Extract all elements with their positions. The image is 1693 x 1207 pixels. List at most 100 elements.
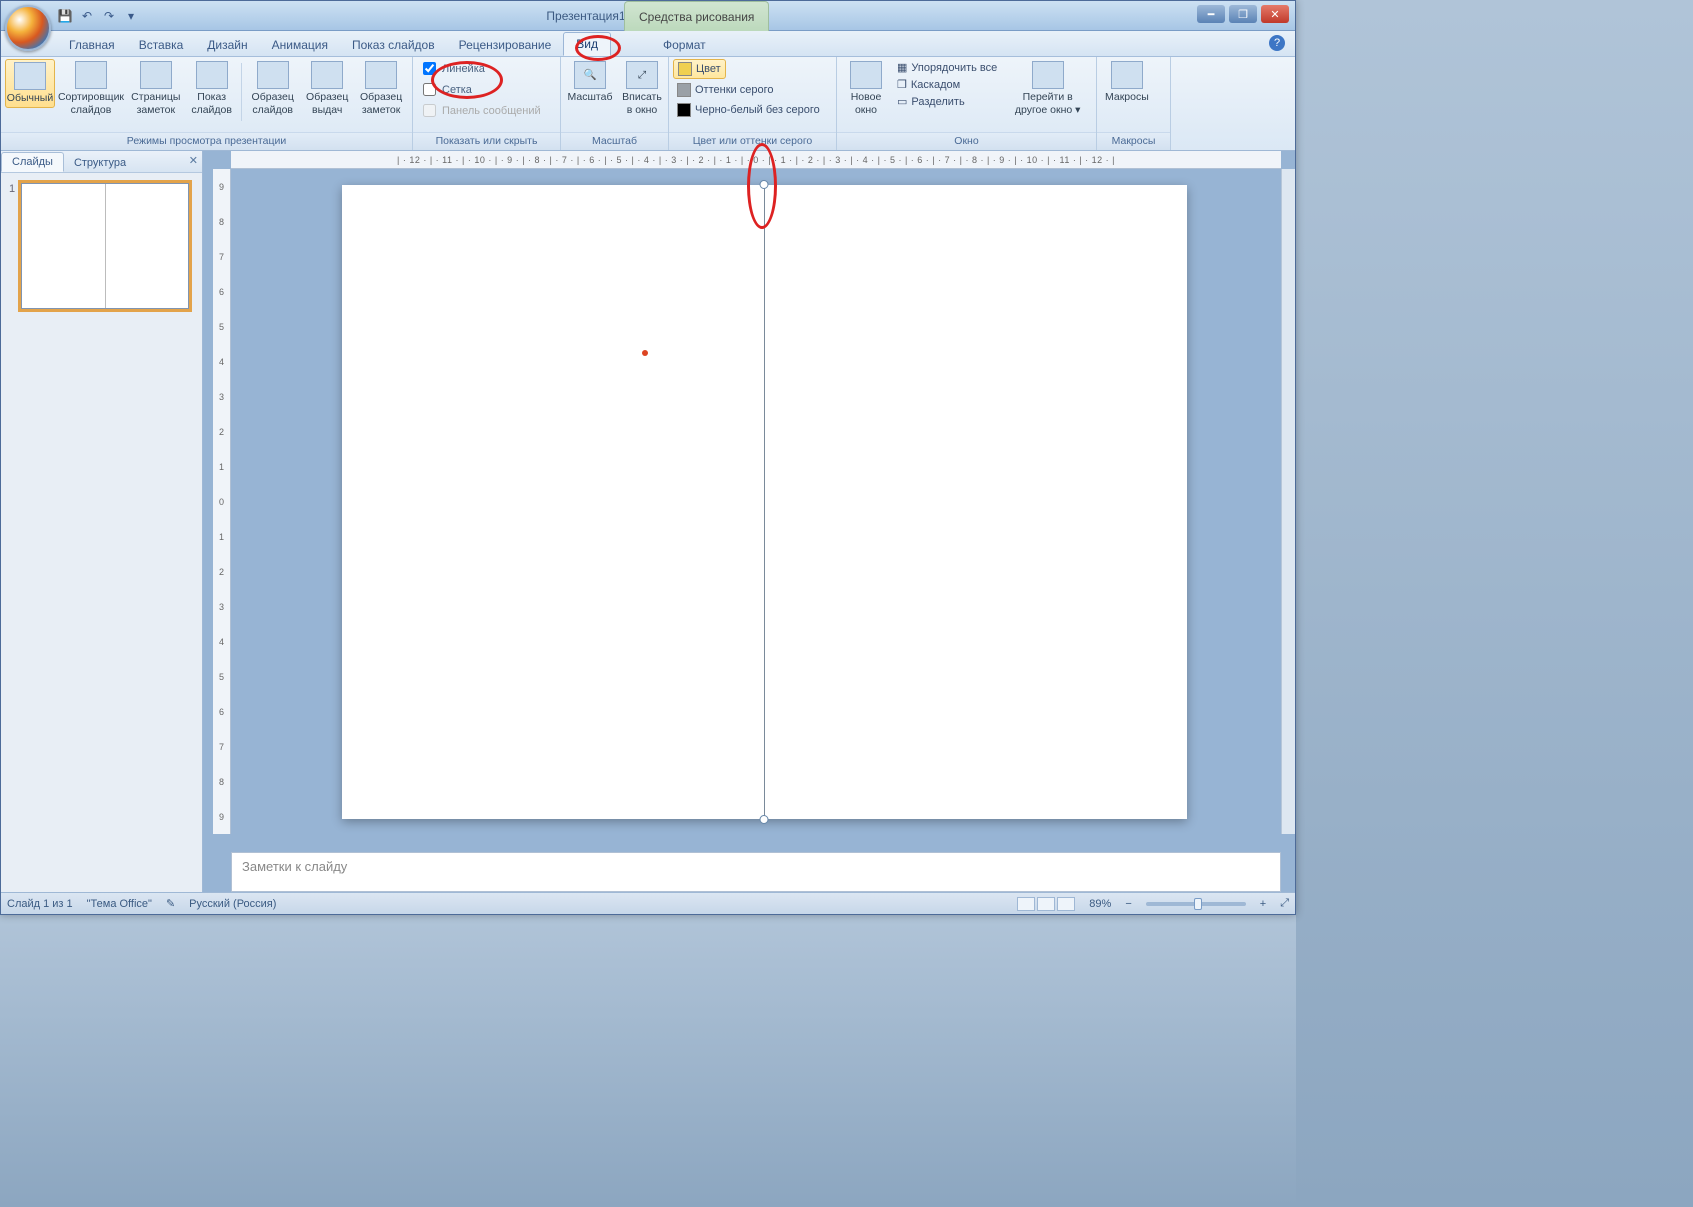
zoom-button[interactable]: 🔍 Масштаб xyxy=(565,59,615,106)
divider xyxy=(241,63,242,121)
status-language[interactable]: Русский (Россия) xyxy=(189,898,276,910)
vertical-guide[interactable] xyxy=(764,185,765,819)
switch-window-button[interactable]: Перейти в другое окно ▾ xyxy=(1003,59,1092,118)
notes-master-button[interactable]: Образец заметок xyxy=(354,59,408,118)
label: Масштаб xyxy=(568,91,613,104)
normal-icon xyxy=(14,62,46,90)
undo-icon[interactable]: ↶ xyxy=(79,8,95,24)
horizontal-ruler[interactable]: | · 12 · | · 11 · | · 10 · | · 9 · | · 8… xyxy=(231,151,1281,169)
grayscale-button[interactable]: Оттенки серого xyxy=(673,81,777,99)
spellcheck-icon[interactable]: ✎ xyxy=(166,897,175,910)
arrange-all-button[interactable]: ▦ Упорядочить все xyxy=(893,59,1001,76)
notes-page-button[interactable]: Страницы заметок xyxy=(127,59,185,118)
cascade-button[interactable]: ❐Каскадом xyxy=(893,76,1001,93)
tab-insert[interactable]: Вставка xyxy=(127,34,196,56)
zoom-out-button[interactable]: − xyxy=(1125,898,1131,910)
label: Цвет xyxy=(696,63,721,75)
vertical-scrollbar[interactable] xyxy=(1281,169,1295,834)
zoom-icon: 🔍 xyxy=(574,61,606,89)
slide-editor: | · 12 · | · 11 · | · 10 · | · 9 · | · 8… xyxy=(203,151,1295,892)
gray-swatch-icon xyxy=(677,83,691,97)
slide-sorter-button[interactable]: Сортировщик слайдов xyxy=(57,59,125,118)
contextual-tab-drawing-tools[interactable]: Средства рисования xyxy=(624,1,769,31)
qat-more-icon[interactable]: ▾ xyxy=(123,8,139,24)
background-area xyxy=(0,915,1296,1207)
view-normal-icon[interactable] xyxy=(1017,897,1035,911)
handout-master-button[interactable]: Образец выдач xyxy=(302,59,352,118)
group-zoom: 🔍 Масштаб ⤢Вписать в окно Масштаб xyxy=(561,57,669,150)
bw-swatch-icon xyxy=(677,103,691,117)
tab-design[interactable]: Дизайн xyxy=(195,34,259,56)
ruler-checkbox[interactable]: Линейка xyxy=(417,59,491,78)
new-window-button[interactable]: Новое окно xyxy=(841,59,891,118)
save-icon[interactable]: 💾 xyxy=(57,8,73,24)
grid-check-input[interactable] xyxy=(423,83,436,96)
tab-slideshow[interactable]: Показ слайдов xyxy=(340,34,447,56)
ruler-check-input[interactable] xyxy=(423,62,436,75)
label: Страницы заметок xyxy=(131,91,181,116)
pane-tabs: Слайды Структура ✕ xyxy=(1,151,202,173)
label: Разделить xyxy=(911,96,964,108)
label: Образец слайдов xyxy=(249,91,296,116)
label: Панель сообщений xyxy=(442,105,541,117)
label: Образец выдач xyxy=(306,91,348,116)
slide[interactable] xyxy=(342,185,1187,819)
fit-to-window-button[interactable]: ⤢ xyxy=(1280,897,1289,910)
tab-format[interactable]: Формат xyxy=(651,34,718,56)
pane-close-icon[interactable]: ✕ xyxy=(189,154,198,167)
cascade-icon: ❐ xyxy=(897,78,907,91)
label: Новое окно xyxy=(845,91,887,116)
guide-handle-bottom[interactable] xyxy=(760,815,769,824)
tab-animation[interactable]: Анимация xyxy=(260,34,340,56)
switch-icon xyxy=(1032,61,1064,89)
split-button[interactable]: ▭Разделить xyxy=(893,93,1001,110)
sorter-icon xyxy=(75,61,107,89)
view-slideshow-icon[interactable] xyxy=(1057,897,1075,911)
msg-check-input xyxy=(423,104,436,117)
tab-view[interactable]: Вид xyxy=(563,32,611,56)
tab-review[interactable]: Рецензирование xyxy=(447,34,564,56)
slideshow-button[interactable]: Показ слайдов xyxy=(187,59,237,118)
statusbar: Слайд 1 из 1 "Тема Office" ✎ Русский (Ро… xyxy=(1,892,1295,914)
guide-handle-top[interactable] xyxy=(760,180,769,189)
label: Образец заметок xyxy=(358,91,404,116)
arrange-icon: ▦ xyxy=(897,61,907,74)
group-label: Макросы xyxy=(1097,132,1170,150)
status-theme[interactable]: "Тема Office" xyxy=(87,898,152,910)
normal-view-button[interactable]: Обычный xyxy=(5,59,55,108)
vertical-ruler[interactable]: 9876543210123456789 xyxy=(213,169,231,834)
thumbnail-list[interactable]: 1 xyxy=(1,173,202,892)
redo-icon[interactable]: ↷ xyxy=(101,8,117,24)
bw-button[interactable]: Черно-белый без серого xyxy=(673,101,824,119)
handout-icon xyxy=(311,61,343,89)
close-button[interactable]: ✕ xyxy=(1261,5,1289,23)
label: Обычный xyxy=(7,92,53,105)
thumbnail-slide-1[interactable] xyxy=(21,183,189,309)
thumbnail-item[interactable]: 1 xyxy=(9,183,194,309)
slide-master-button[interactable]: Образец слайдов xyxy=(245,59,300,118)
fit-window-button[interactable]: ⤢Вписать в окно xyxy=(617,59,667,118)
zoom-value[interactable]: 89% xyxy=(1089,898,1111,910)
office-button[interactable] xyxy=(5,5,51,51)
canvas[interactable] xyxy=(333,181,1195,822)
tab-home[interactable]: Главная xyxy=(57,34,127,56)
notes-pane[interactable]: Заметки к слайду xyxy=(231,852,1281,892)
pane-tab-outline[interactable]: Структура xyxy=(64,154,136,172)
color-mode-button[interactable]: Цвет xyxy=(673,59,726,79)
group-label: Масштаб xyxy=(561,132,668,150)
help-icon[interactable]: ? xyxy=(1269,35,1285,51)
macros-button[interactable]: Макросы xyxy=(1101,59,1153,106)
grid-checkbox[interactable]: Сетка xyxy=(417,80,478,99)
group-presentation-views: Обычный Сортировщик слайдов Страницы зам… xyxy=(1,57,413,150)
group-macros: Макросы Макросы xyxy=(1097,57,1171,150)
label: Сортировщик слайдов xyxy=(58,91,124,116)
zoom-in-button[interactable]: + xyxy=(1260,898,1266,910)
pane-tab-slides[interactable]: Слайды xyxy=(1,152,64,172)
maximize-button[interactable]: ❐ xyxy=(1229,5,1257,23)
zoom-slider-thumb[interactable] xyxy=(1194,898,1202,910)
minimize-button[interactable]: ━ xyxy=(1197,5,1225,23)
label: Упорядочить все xyxy=(911,62,997,74)
view-sorter-icon[interactable] xyxy=(1037,897,1055,911)
group-label: Режимы просмотра презентации xyxy=(1,132,412,150)
zoom-slider[interactable] xyxy=(1146,902,1246,906)
